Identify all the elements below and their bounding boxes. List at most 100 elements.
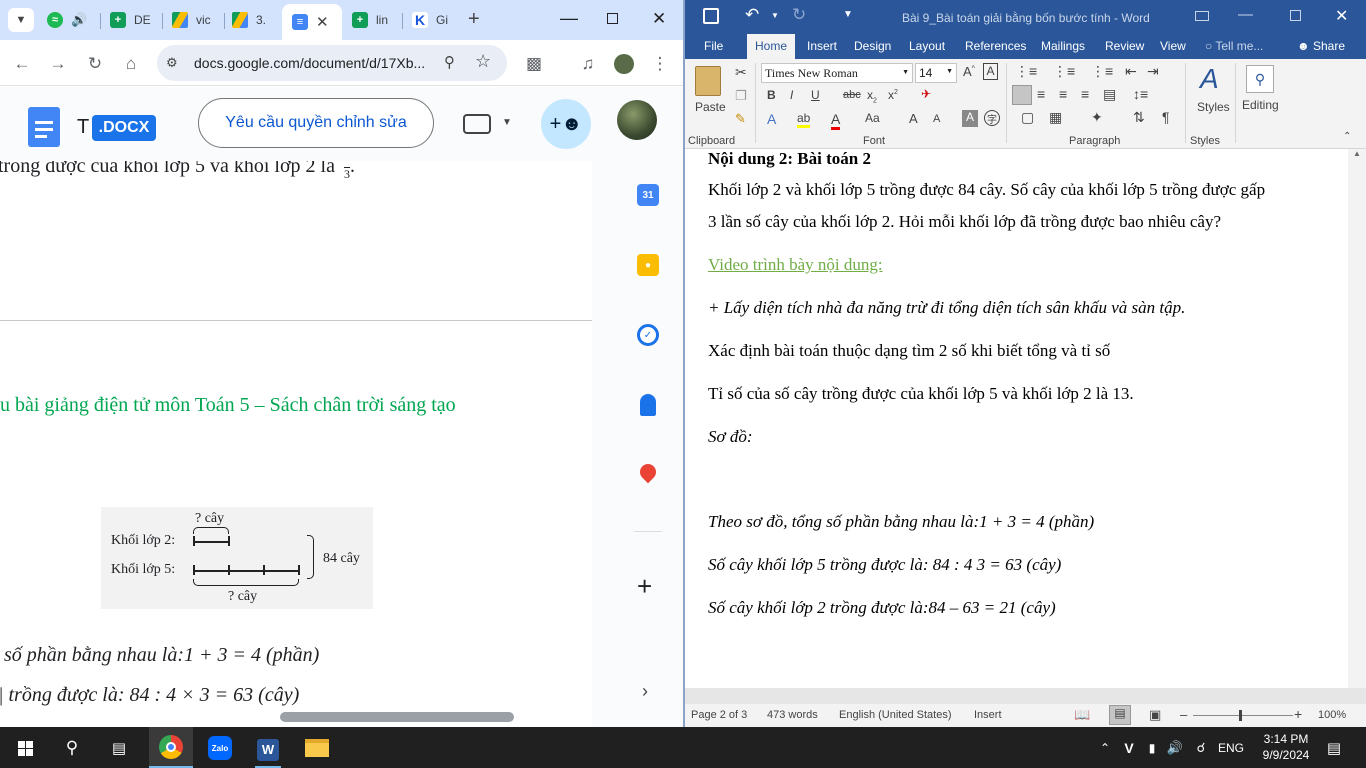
italic-icon[interactable]: I [790, 88, 793, 102]
meet-camera-icon[interactable] [463, 114, 491, 134]
word-taskbar-button[interactable]: W [255, 733, 281, 768]
add-addon-icon[interactable]: + [637, 571, 652, 602]
strikethrough-icon[interactable]: abc [843, 89, 861, 101]
decrease-indent-icon[interactable]: ⇤ [1125, 63, 1137, 80]
tab-sheets-de[interactable]: + DE [110, 6, 160, 34]
redo-icon[interactable]: ↻ [792, 5, 806, 25]
word-count[interactable]: 473 words [767, 709, 818, 721]
media-control-icon[interactable]: ♫ [576, 52, 600, 76]
clear-formatting-icon[interactable]: A [983, 63, 998, 80]
calendar-icon[interactable]: 31 [637, 184, 659, 206]
distributed-icon[interactable]: ▤ [1103, 86, 1116, 103]
minimize-button[interactable]: — [1238, 6, 1253, 23]
font-size-box[interactable]: 14 ▼ [915, 63, 957, 83]
reload-icon[interactable]: ↻ [83, 52, 107, 76]
insert-mode[interactable]: Insert [974, 709, 1002, 721]
tell-me-box[interactable]: ○ Tell me... [1205, 39, 1263, 53]
wifi-icon[interactable]: ☌ [1192, 735, 1210, 761]
home-icon[interactable]: ⌂ [119, 52, 143, 76]
change-case-icon[interactable]: Aa [865, 111, 880, 125]
justify-icon[interactable]: ≡ [1081, 86, 1089, 102]
language-indicator[interactable]: English (United States) [839, 709, 952, 721]
align-left-icon[interactable] [1012, 85, 1032, 105]
more-menu-icon[interactable]: ⋮ [648, 52, 672, 76]
tab-insert[interactable]: Insert [807, 39, 837, 53]
shrink-font-icon[interactable]: A [933, 113, 940, 125]
new-tab-button[interactable]: + [468, 8, 480, 31]
maximize-button[interactable] [1290, 10, 1301, 21]
tab-search-button[interactable]: ▼ [8, 8, 34, 32]
address-bar[interactable]: ⚙ docs.google.com/document/d/17Xb... ⚲ ☆ [157, 45, 507, 81]
battery-icon[interactable]: ▮ [1143, 735, 1161, 761]
sort-icon[interactable]: ⇅ [1133, 109, 1145, 126]
tab-layout[interactable]: Layout [909, 39, 945, 53]
numbering-icon[interactable]: ⋮≡ [1053, 63, 1075, 80]
share-button[interactable]: ☻ Share [1297, 39, 1345, 53]
tab-design[interactable]: Design [854, 39, 891, 53]
notifications-icon[interactable]: ▤ [1322, 735, 1346, 761]
tab-review[interactable]: Review [1105, 39, 1144, 53]
line-spacing-icon[interactable]: ↕≡ [1133, 86, 1148, 102]
grow-font-icon[interactable]: A^ [963, 64, 975, 79]
zoom-out-icon[interactable]: – [1180, 707, 1187, 722]
doc-horizontal-scrollbar[interactable] [280, 712, 514, 722]
input-language[interactable]: ENG [1216, 735, 1246, 761]
collapse-ribbon-icon[interactable]: ⌃ [1343, 131, 1351, 142]
contacts-icon[interactable] [640, 394, 656, 416]
chrome-taskbar-button[interactable] [149, 727, 193, 768]
font-name-box[interactable]: Times New Roman ▼ [761, 63, 913, 83]
request-edit-button[interactable]: Yêu cầu quyền chỉnh sửa [198, 98, 434, 148]
maximize-button[interactable] [607, 13, 618, 24]
ribbon-display-icon[interactable] [1195, 11, 1209, 21]
word-vertical-scrollbar[interactable]: ▲ [1348, 149, 1366, 688]
maps-icon[interactable] [636, 460, 660, 484]
copy-icon[interactable]: ❐ [735, 88, 747, 104]
tab-spotify[interactable]: ≈ 🔊 [47, 6, 97, 34]
print-layout-icon[interactable]: ▤ [1109, 705, 1131, 725]
close-icon[interactable]: ✕ [316, 13, 329, 31]
underline-icon[interactable]: U [811, 88, 820, 102]
bullets-icon[interactable]: ⋮≡ [1015, 63, 1037, 80]
clock[interactable]: 3:14 PM 9/9/2024 [1256, 731, 1316, 763]
customize-qat-icon[interactable]: ▼ [843, 9, 853, 20]
tab-docs-active[interactable]: ≡ ✕ [282, 4, 342, 40]
task-view-icon[interactable]: ▤ [106, 735, 132, 761]
site-info-icon[interactable]: ⚙ [166, 55, 178, 71]
tab-sheets-lin[interactable]: + lin [352, 6, 397, 34]
zoom-icon[interactable]: ⚲ [444, 53, 455, 71]
bold-icon[interactable]: B [767, 88, 776, 102]
asian-layout-icon[interactable]: ✦ [1091, 109, 1103, 126]
subscript-icon[interactable]: x2 [867, 88, 877, 104]
cut-icon[interactable]: ✂ [735, 64, 747, 81]
search-icon[interactable]: ⚲ [59, 735, 85, 761]
star-icon[interactable]: ☆ [475, 51, 491, 72]
tasks-icon[interactable]: ✓ [637, 324, 659, 346]
tab-drive-vic[interactable]: vic [172, 6, 222, 34]
highlight-icon[interactable]: ab [797, 111, 811, 128]
web-layout-icon[interactable]: ▣ [1149, 707, 1161, 723]
superscript-icon[interactable]: x2 [888, 88, 898, 102]
increase-indent-icon[interactable]: ⇥ [1147, 63, 1159, 80]
forward-arrow-icon[interactable]: → [46, 52, 70, 76]
editing-button[interactable]: Editing [1242, 98, 1279, 112]
enclose-character-icon[interactable]: 字 [984, 110, 1000, 126]
extensions-icon[interactable]: ▩ [522, 52, 546, 76]
file-explorer-icon[interactable] [304, 735, 330, 761]
doc-title[interactable]: T [77, 116, 89, 139]
windows-start-icon[interactable] [12, 735, 38, 761]
multilevel-list-icon[interactable]: ⋮≡ [1091, 63, 1113, 80]
add-person-icon[interactable]: +☻ [541, 99, 591, 149]
unikey-icon[interactable]: V [1120, 735, 1138, 761]
close-window-button[interactable]: ✕ [1335, 6, 1348, 26]
page-indicator[interactable]: Page 2 of 3 [691, 709, 747, 721]
tab-home[interactable]: Home [747, 34, 796, 59]
grow-font-icon-2[interactable]: A [909, 111, 918, 126]
find-icon[interactable]: ⚲ [1246, 65, 1274, 93]
character-shading-icon[interactable]: A [962, 110, 978, 127]
align-center-icon[interactable]: ≡ [1037, 86, 1045, 102]
undo-icon[interactable]: ↶ [745, 5, 759, 25]
tab-references[interactable]: References [965, 39, 1026, 53]
save-icon[interactable] [703, 8, 719, 24]
zoom-thumb[interactable] [1239, 710, 1242, 721]
video-link[interactable]: Video trình bày nội dung: [708, 255, 883, 275]
